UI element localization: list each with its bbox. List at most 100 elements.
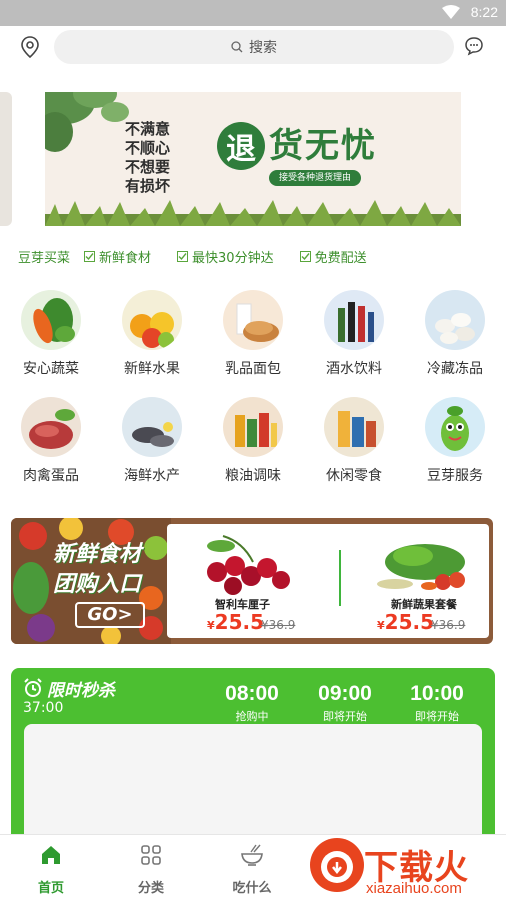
nav-categories[interactable]: 分类: [111, 843, 191, 896]
category-label: 酒水饮料: [326, 361, 382, 377]
hero-banner[interactable]: 不满意 不顺心 不想要 有损坏 退 货无忧 接受各种退货理由: [45, 92, 461, 226]
category-label: 乳品面包: [225, 361, 281, 377]
home-icon: [42, 846, 60, 864]
snacks-icon: [324, 397, 384, 457]
nav-label: 分类: [137, 881, 164, 896]
flash-sale-countdown: 37:00: [23, 700, 64, 716]
search-label: 搜索: [249, 40, 277, 56]
currency-symbol: ¥: [207, 619, 215, 632]
watermark-url: xiazaihuo.com: [366, 880, 462, 897]
nav-home[interactable]: 首页: [11, 843, 91, 896]
time-slot-0900[interactable]: 09:00 即将开始: [305, 682, 385, 724]
category-seafood[interactable]: 海鲜水产: [104, 397, 200, 487]
slot-status: 即将开始: [415, 710, 459, 723]
slot-time: 08:00: [225, 682, 279, 705]
watermark-logo-icon: [310, 838, 364, 892]
category-drinks[interactable]: 酒水饮料: [306, 290, 402, 380]
product-price: ¥25.5: [377, 610, 434, 634]
feature-item: 最快30分钟达: [177, 247, 274, 266]
search-icon: [231, 41, 243, 53]
check-icon: [177, 250, 189, 262]
group-buy-line: 团购入口: [53, 572, 142, 597]
wifi-icon: [442, 5, 460, 19]
banner-circle-char: 退: [217, 122, 265, 170]
vegetable-set-image: [377, 544, 465, 590]
category-label: 休闲零食: [326, 468, 382, 484]
slot-time: 09:00: [318, 682, 372, 705]
grain-oil-icon: [223, 397, 283, 457]
go-button[interactable]: GO>: [75, 602, 145, 628]
category-label: 新鲜水果: [124, 361, 180, 377]
status-bar: 8:22: [0, 0, 506, 26]
product-old-price: ¥36.9: [431, 618, 466, 632]
product-divider: [339, 550, 341, 606]
alarm-clock-icon: [24, 678, 42, 697]
category-meat[interactable]: 肉禽蛋品: [3, 397, 99, 487]
service-mascot-icon: [425, 397, 485, 457]
feature-strip: 豆芽买菜 新鲜食材 最快30分钟达 免费配送: [18, 246, 498, 266]
grass-decoration: [45, 200, 461, 226]
nav-what-to-eat[interactable]: 吃什么: [212, 843, 292, 896]
bowl-icon: [241, 844, 263, 866]
slot-status: 抢购中: [235, 710, 269, 723]
brand-label: 豆芽买菜: [18, 250, 71, 266]
category-label: 粮油调味: [225, 468, 281, 484]
category-label: 豆芽服务: [427, 468, 483, 484]
category-label: 安心蔬菜: [23, 361, 79, 377]
banner-lines: 不满意 不顺心 不想要 有损坏: [125, 120, 170, 196]
dairy-bread-icon: [223, 290, 283, 350]
category-vegetables[interactable]: 安心蔬菜: [3, 290, 99, 380]
banner-tag: 接受各种退货理由: [269, 170, 362, 186]
category-label: 冷藏冻品: [427, 361, 483, 377]
feature-text: 新鲜食材: [99, 250, 152, 266]
time-slot-1000[interactable]: 10:00 即将开始: [397, 682, 477, 724]
banner-line: 不想要: [125, 158, 171, 176]
header: 搜索: [0, 26, 506, 70]
nav-label: 首页: [37, 881, 64, 896]
promo-products-card: 智利车厘子 ¥25.5 ¥36.9 新鲜蔬果套餐 ¥25.5 ¥36.9: [167, 524, 489, 638]
vegetables-icon: [21, 290, 81, 350]
category-label: 海鲜水产: [124, 468, 180, 484]
category-service[interactable]: 豆芽服务: [407, 397, 503, 487]
frozen-food-icon: [425, 290, 485, 350]
feature-text: 最快30分钟达: [192, 250, 274, 266]
check-icon: [299, 250, 311, 262]
fruits-icon: [122, 290, 182, 350]
time-slot-0800[interactable]: 08:00 抢购中: [212, 682, 292, 724]
check-icon: [84, 250, 96, 262]
feature-item: 免费配送: [299, 247, 367, 266]
product-price-value: 25.5: [214, 610, 265, 634]
message-icon[interactable]: [464, 36, 484, 56]
banner-title: 货无忧: [269, 126, 377, 166]
product-old-price: ¥36.9: [261, 618, 296, 632]
category-snacks[interactable]: 休闲零食: [306, 397, 402, 487]
feature-text: 免费配送: [314, 250, 367, 266]
category-frozen[interactable]: 冷藏冻品: [407, 290, 503, 380]
slot-status: 即将开始: [323, 710, 367, 723]
seafood-icon: [122, 397, 182, 457]
banner-previous-slide[interactable]: [0, 92, 12, 226]
group-buy-title: 新鲜食材 团购入口: [53, 540, 141, 600]
flash-sale-title: 限时秒杀: [47, 681, 115, 701]
nav-label: 吃什么: [232, 881, 272, 896]
product-price: ¥25.5: [207, 610, 264, 634]
group-buy-line: 新鲜食材: [53, 542, 142, 567]
banner-line: 不顺心: [125, 139, 171, 157]
category-fruits[interactable]: 新鲜水果: [104, 290, 200, 380]
feature-item: 新鲜食材: [84, 247, 151, 266]
currency-symbol: ¥: [377, 619, 385, 632]
status-time: 8:22: [470, 4, 498, 20]
banner-line: 有损坏: [125, 177, 171, 195]
location-icon[interactable]: [20, 36, 40, 58]
category-label: 肉禽蛋品: [23, 468, 79, 484]
banner-line: 不满意: [125, 120, 171, 138]
product-price-value: 25.5: [384, 610, 435, 634]
grid-icon: [141, 845, 161, 865]
category-grain-oil[interactable]: 粮油调味: [205, 397, 301, 487]
group-buy-banner[interactable]: 新鲜食材 团购入口 GO> 智利车厘子 ¥25.5 ¥36.9 新鲜蔬果套餐 ¥…: [11, 518, 493, 644]
slot-time: 10:00: [410, 682, 464, 705]
category-dairy-bread[interactable]: 乳品面包: [205, 290, 301, 380]
drinks-icon: [324, 290, 384, 350]
meat-icon: [21, 397, 81, 457]
search-bar[interactable]: 搜索: [54, 30, 454, 64]
